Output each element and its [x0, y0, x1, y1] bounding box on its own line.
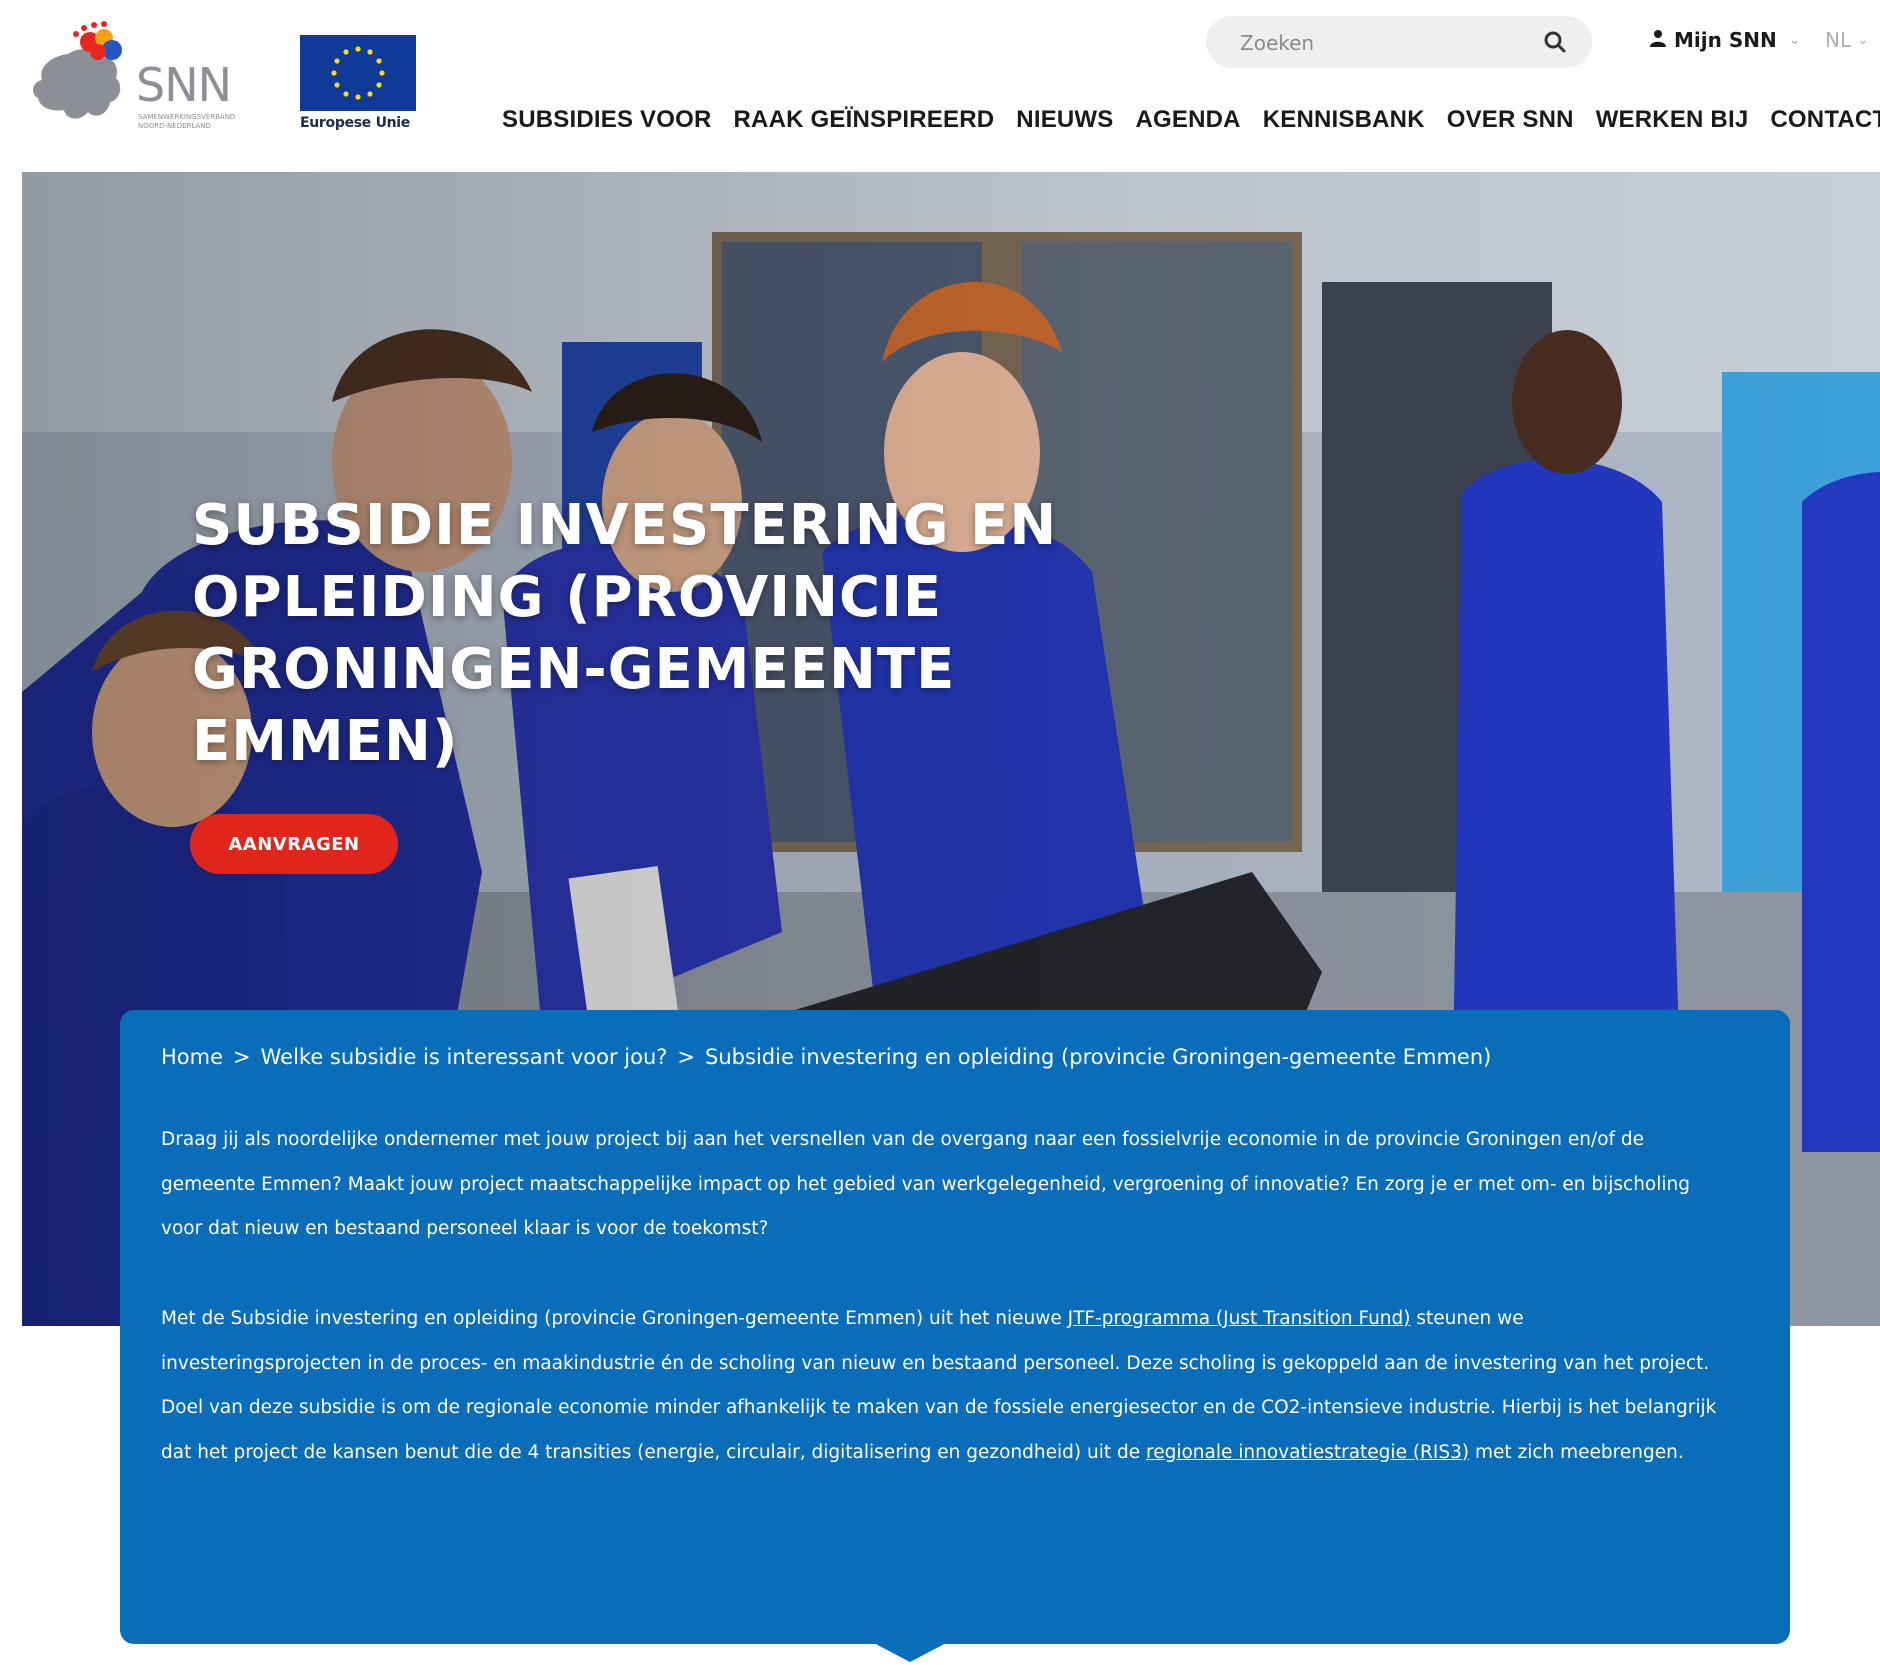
- eu-logo: Europese Unie: [300, 35, 416, 131]
- account-label: Mijn SNN: [1674, 28, 1777, 52]
- body-text-3: met zich meebrengen.: [1469, 1441, 1684, 1463]
- logo-text: SNN: [136, 58, 232, 112]
- content-panel: Home > Welke subsidie is interessant voo…: [120, 1010, 1790, 1644]
- chevron-down-icon: ⌄: [1788, 32, 1801, 48]
- breadcrumb-subsidies[interactable]: Welke subsidie is interessant voor jou?: [261, 1042, 668, 1072]
- nav-agenda[interactable]: AGENDA: [1136, 100, 1241, 140]
- ris3-link[interactable]: regionale innovatiestrategie (RIS3): [1146, 1442, 1469, 1463]
- breadcrumb-home[interactable]: Home: [161, 1042, 223, 1072]
- body-text-1: Met de Subsidie investering en opleiding…: [161, 1308, 1068, 1329]
- intro-paragraph: Draag jij als noordelijke ondernemer met…: [161, 1129, 1690, 1239]
- body-text-2: steunen we investeringsprojecten in de p…: [161, 1308, 1717, 1463]
- apply-button[interactable]: AANVRAGEN: [190, 814, 398, 874]
- nav-over-snn[interactable]: OVER SNN: [1447, 100, 1574, 140]
- main-nav: SUBSIDIES VOOR RAAK GEÏNSPIREERD NIEUWS …: [502, 100, 1880, 140]
- language-selector[interactable]: NL ⌄: [1825, 24, 1869, 56]
- snn-logo[interactable]: SNN SAMENWERKINGSVERBAND NOORD-NEDERLAND: [28, 16, 288, 144]
- body-paragraph: Met de Subsidie investering en opleiding…: [161, 1297, 1721, 1475]
- breadcrumb-separator: >: [233, 1045, 251, 1069]
- eu-label: Europese Unie: [300, 115, 411, 131]
- breadcrumb-separator: >: [677, 1045, 696, 1069]
- nav-subsidies-voor[interactable]: SUBSIDIES VOOR: [502, 100, 712, 140]
- eu-flag-icon: [300, 35, 416, 111]
- search-icon[interactable]: [1542, 29, 1568, 55]
- jtf-programma-link[interactable]: JTF-programma (Just Transition Fund): [1068, 1308, 1411, 1329]
- page-title: SUBSIDIE INVESTERING EN OPLEIDING (PROVI…: [192, 493, 1058, 774]
- breadcrumb: Home > Welke subsidie is interessant voo…: [161, 1042, 1491, 1072]
- search-bar: [1206, 16, 1592, 70]
- site-header: SNN SAMENWERKINGSVERBAND NOORD-NEDERLAND…: [0, 0, 1880, 172]
- logo-subtitle-2: NOORD-NEDERLAND: [138, 122, 211, 130]
- panel-pointer: [868, 1640, 952, 1662]
- logo-subtitle-1: SAMENWERKINGSVERBAND: [138, 113, 236, 121]
- nav-werken-bij[interactable]: WERKEN BIJ: [1596, 100, 1749, 140]
- search-input[interactable]: [1238, 16, 1532, 70]
- chevron-down-icon: ⌄: [1857, 32, 1869, 48]
- breadcrumb-current: Subsidie investering en opleiding (provi…: [705, 1045, 1492, 1069]
- nav-nieuws[interactable]: NIEUWS: [1016, 100, 1113, 140]
- nav-contact[interactable]: CONTACT: [1770, 100, 1880, 140]
- account-menu[interactable]: Mijn SNN ⌄: [1650, 24, 1800, 56]
- user-icon: [1650, 29, 1666, 51]
- nav-kennisbank[interactable]: KENNISBANK: [1263, 100, 1425, 140]
- nav-raak-geinspireerd[interactable]: RAAK GEÏNSPIREERD: [734, 100, 995, 140]
- language-label: NL: [1825, 28, 1852, 52]
